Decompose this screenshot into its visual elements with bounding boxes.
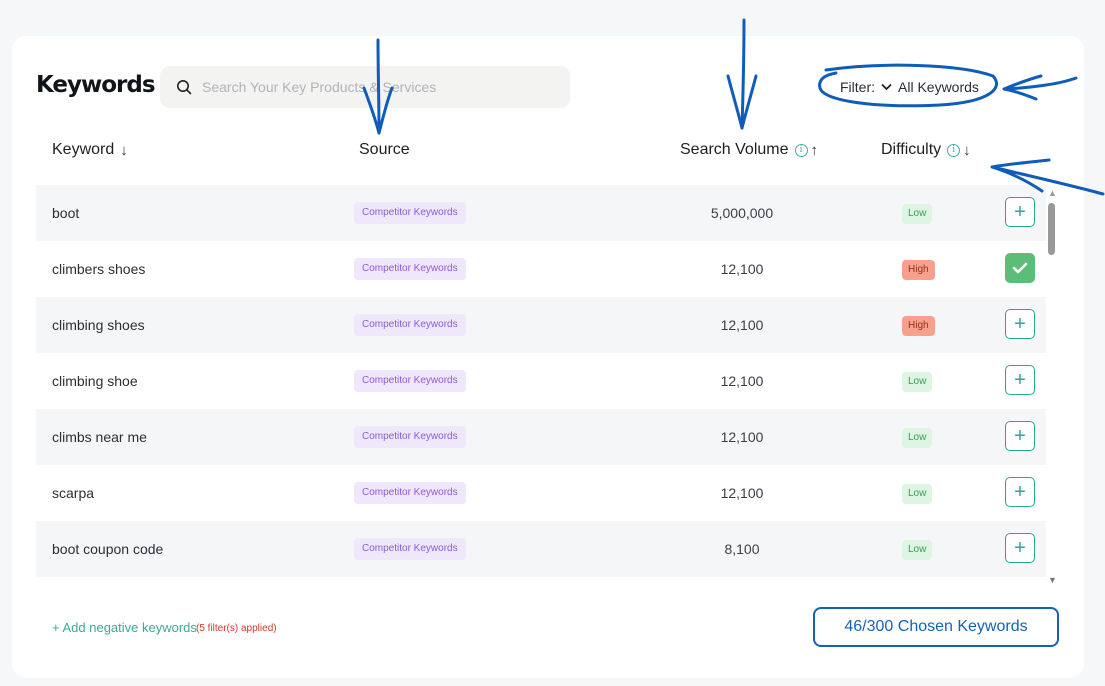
table-row: climbing shoes Competitor Keywords 12,10… [36, 297, 1046, 353]
volume-cell: 12,100 [720, 485, 764, 501]
table-row: climbing shoe Competitor Keywords 12,100… [36, 353, 1046, 409]
sort-asc-icon[interactable]: ↑ [811, 142, 819, 159]
selected-keyword-button[interactable] [1005, 253, 1035, 283]
difficulty-badge: High [902, 316, 935, 336]
filter-label: Filter: [840, 79, 875, 95]
plus-icon: + [1014, 312, 1026, 335]
table-row: climbers shoes Competitor Keywords 12,10… [36, 241, 1046, 297]
add-keyword-button[interactable]: + [1005, 477, 1035, 507]
page-title: Keywords [36, 72, 156, 98]
table-row: boot coupon code Competitor Keywords 8,1… [36, 521, 1046, 577]
volume-cell: 5,000,000 [710, 205, 774, 221]
plus-icon: + [1014, 424, 1026, 447]
keyword-cell: boot [52, 205, 80, 221]
chosen-keywords-button[interactable]: 46/300 Chosen Keywords [813, 607, 1059, 647]
keyword-cell: boot coupon code [52, 541, 164, 557]
add-negative-keywords-link[interactable]: + Add negative keywords [52, 620, 197, 635]
add-keyword-button[interactable]: + [1005, 533, 1035, 563]
column-header-source-label: Source [359, 141, 410, 158]
source-badge: Competitor Keywords [354, 202, 466, 224]
keyword-cell: climbers shoes [52, 261, 146, 277]
volume-cell: 8,100 [724, 541, 760, 557]
volume-cell: 12,100 [720, 373, 764, 389]
plus-icon: + [1014, 200, 1026, 223]
source-badge: Competitor Keywords [354, 258, 466, 280]
source-badge: Competitor Keywords [354, 314, 466, 336]
table-row: scarpa Competitor Keywords 12,100 Low + [36, 465, 1046, 521]
scroll-up-icon[interactable]: ▲ [1048, 188, 1057, 198]
difficulty-badge: Low [902, 204, 933, 224]
volume-cell: 12,100 [720, 429, 764, 445]
difficulty-badge: High [902, 260, 935, 280]
difficulty-badge: Low [902, 372, 933, 392]
difficulty-badge: Low [902, 484, 933, 504]
sort-desc-icon[interactable]: ↓ [120, 142, 128, 159]
keyword-cell: climbing shoes [52, 317, 145, 333]
scroll-down-icon[interactable]: ▼ [1048, 575, 1057, 585]
search-icon [177, 80, 192, 95]
search-box[interactable] [160, 66, 570, 108]
sort-desc-icon[interactable]: ↓ [963, 142, 971, 159]
info-icon[interactable]: i [947, 143, 961, 157]
add-keyword-button[interactable]: + [1005, 309, 1035, 339]
column-header-source: Source [359, 141, 410, 159]
table-row: climbs near me Competitor Keywords 12,10… [36, 409, 1046, 465]
search-input[interactable] [202, 79, 542, 95]
plus-icon: + [1014, 536, 1026, 559]
add-keyword-button[interactable]: + [1005, 365, 1035, 395]
column-header-keyword-label: Keyword [52, 141, 115, 158]
source-badge: Competitor Keywords [354, 482, 466, 504]
chevron-down-icon [881, 83, 892, 91]
plus-icon: + [1014, 480, 1026, 503]
keywords-table-body: boot Competitor Keywords 5,000,000 Low +… [36, 185, 1046, 578]
volume-cell: 12,100 [720, 261, 764, 277]
keyword-cell: scarpa [52, 485, 95, 501]
add-keyword-button[interactable]: + [1005, 421, 1035, 451]
filters-applied-note: (5 filter(s) applied) [196, 623, 277, 634]
filter-dropdown[interactable]: Filter: All Keywords [840, 78, 979, 96]
volume-cell: 12,100 [720, 317, 764, 333]
table-row: boot Competitor Keywords 5,000,000 Low + [36, 185, 1046, 241]
add-keyword-button[interactable]: + [1005, 197, 1035, 227]
column-header-keyword[interactable]: Keyword ↓ [52, 141, 128, 159]
plus-icon: + [1014, 368, 1026, 391]
source-badge: Competitor Keywords [354, 370, 466, 392]
difficulty-badge: Low [902, 540, 933, 560]
scrollbar-thumb[interactable] [1048, 203, 1055, 255]
column-header-volume-label: Search Volume [680, 141, 789, 158]
keyword-cell: climbs near me [52, 429, 147, 445]
source-badge: Competitor Keywords [354, 426, 466, 448]
check-icon [1012, 262, 1028, 274]
source-badge: Competitor Keywords [354, 538, 466, 560]
difficulty-badge: Low [902, 428, 933, 448]
keyword-cell: climbing shoe [52, 373, 138, 389]
column-header-difficulty[interactable]: Difficulty i ↓ [881, 141, 971, 159]
column-header-difficulty-label: Difficulty [881, 141, 942, 158]
table-scrollbar[interactable]: ▲ ▼ [1046, 188, 1058, 585]
filter-value: All Keywords [898, 79, 979, 95]
info-icon[interactable]: i [794, 143, 808, 157]
column-header-search-volume[interactable]: Search Volume i ↑ [680, 141, 818, 159]
